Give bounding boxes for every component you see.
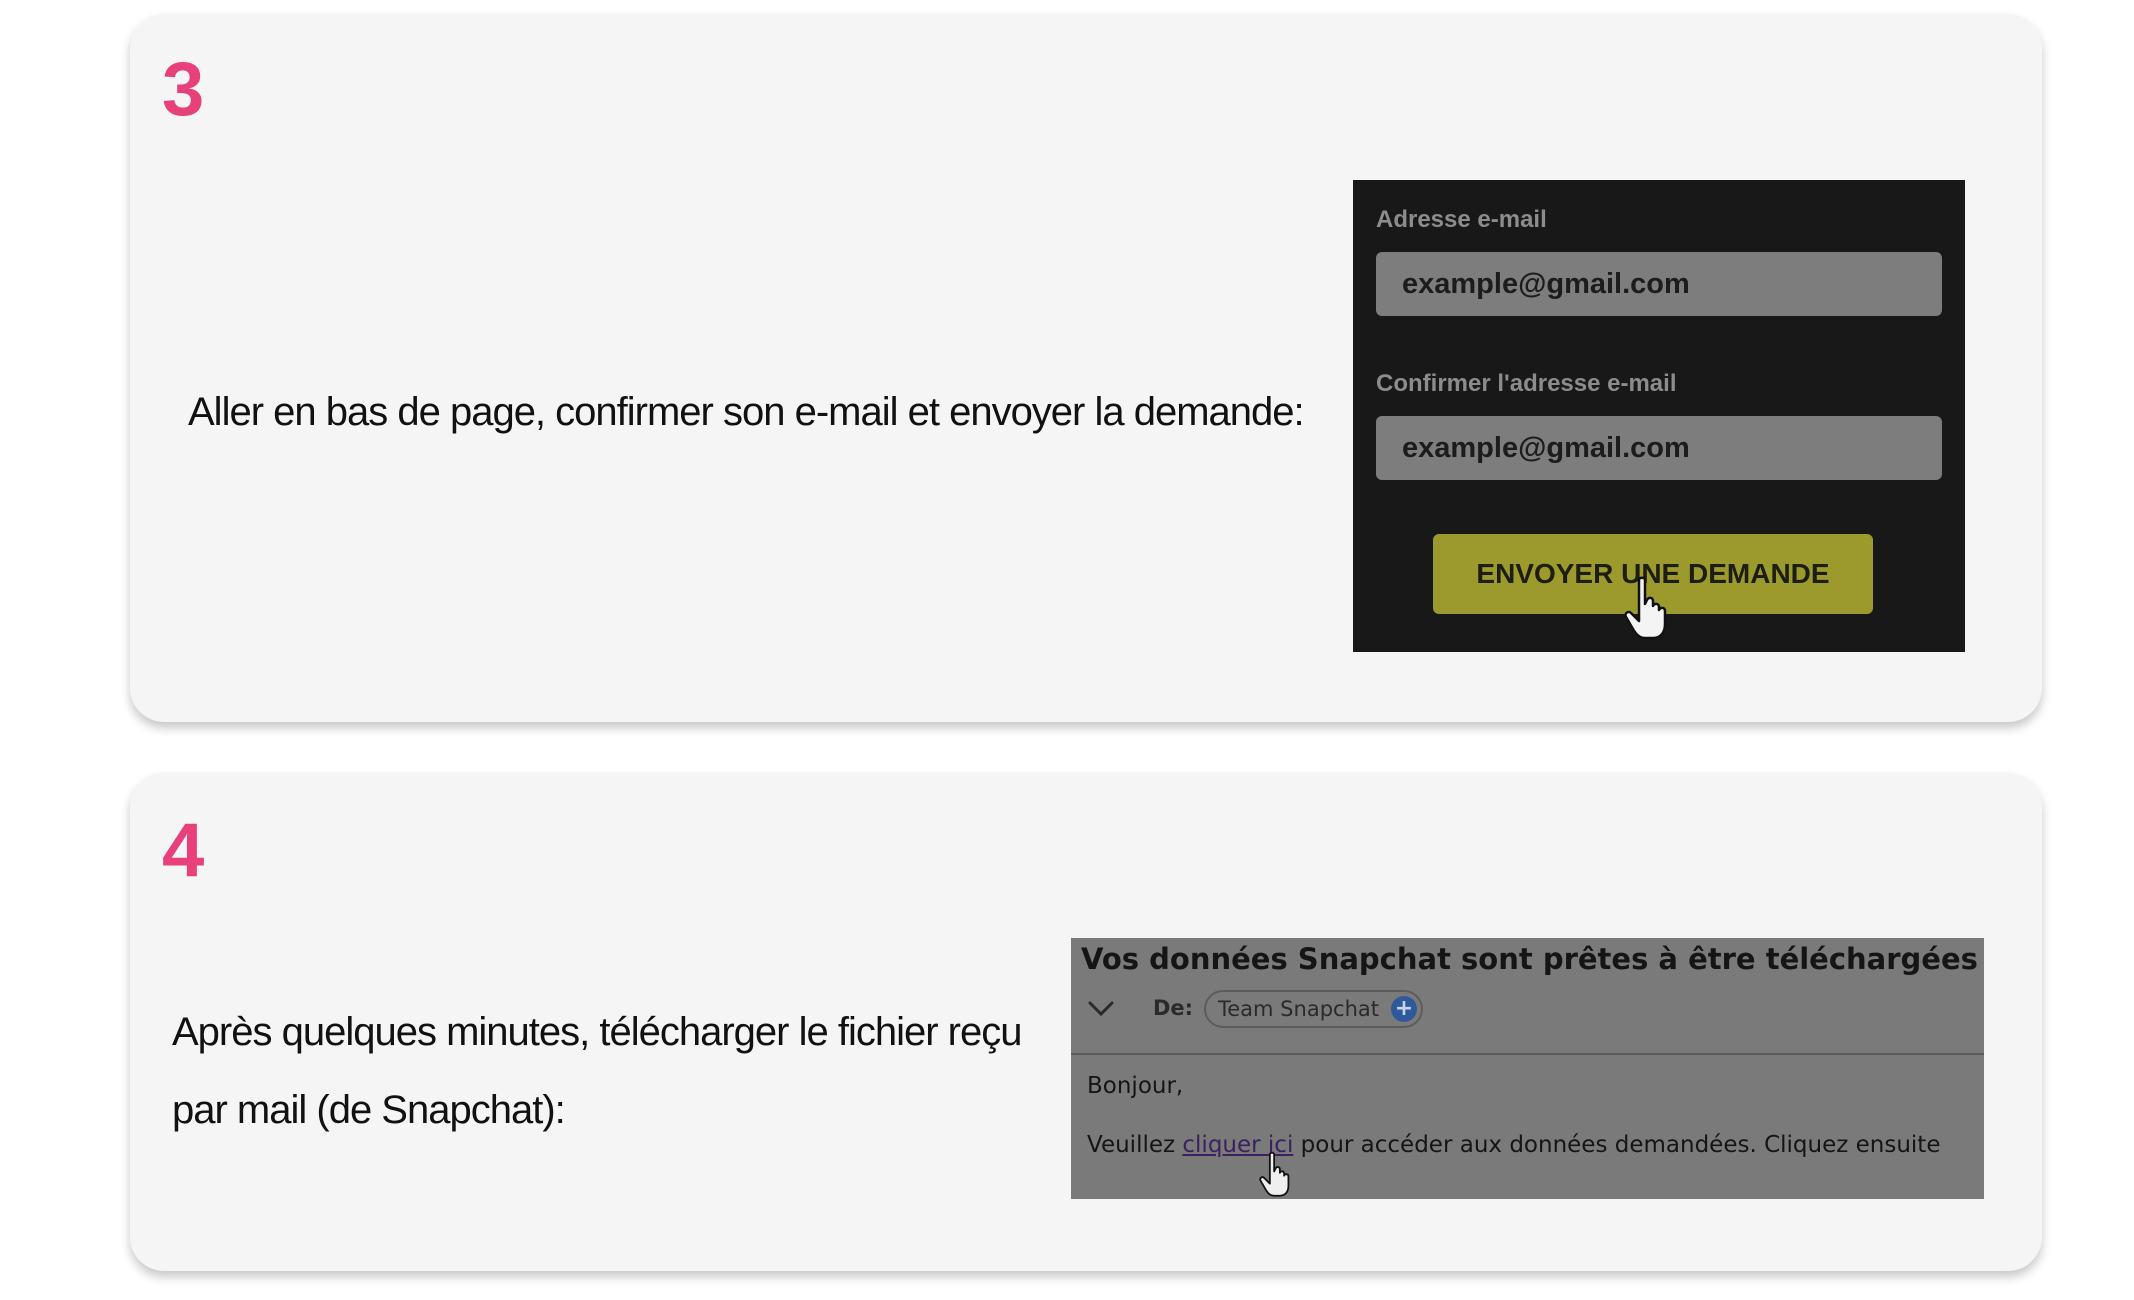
email-greeting: Bonjour, bbox=[1087, 1073, 1184, 1099]
confirm-email-field[interactable]: example@gmail.com bbox=[1376, 416, 1942, 480]
step-card-4: 4 Après quelques minutes, télécharger le… bbox=[130, 773, 2042, 1271]
email-body-line: Veuillez cliquer ici pour accéder aux do… bbox=[1087, 1132, 1940, 1158]
confirm-email-label: Confirmer l'adresse e-mail bbox=[1376, 370, 1677, 397]
step-number: 3 bbox=[162, 47, 205, 132]
step-instruction: Aller en bas de page, confirmer son e-ma… bbox=[188, 390, 1305, 434]
email-label: Adresse e-mail bbox=[1376, 206, 1547, 233]
divider bbox=[1071, 1053, 1984, 1055]
body-prefix: Veuillez bbox=[1087, 1132, 1176, 1158]
step-card-3: 3 Aller en bas de page, confirmer son e-… bbox=[130, 14, 2042, 722]
email-preview-screenshot: Vos données Snapchat sont prêtes à être … bbox=[1071, 938, 1984, 1199]
email-form-screenshot: Adresse e-mail example@gmail.com Confirm… bbox=[1353, 180, 1965, 652]
from-label: De: bbox=[1153, 996, 1194, 1020]
body-suffix: pour accéder aux données demandées. Cliq… bbox=[1300, 1132, 1941, 1158]
sender-chip[interactable]: Team Snapchat + bbox=[1204, 990, 1423, 1028]
email-field[interactable]: example@gmail.com bbox=[1376, 252, 1942, 316]
email-subject: Vos données Snapchat sont prêtes à être … bbox=[1081, 942, 1978, 976]
plus-circle-icon[interactable]: + bbox=[1390, 996, 1417, 1022]
step-number: 4 bbox=[162, 808, 205, 893]
chevron-down-icon[interactable] bbox=[1087, 1000, 1115, 1018]
hand-pointer-icon bbox=[1624, 576, 1667, 640]
step-instruction: Après quelques minutes, télécharger le f… bbox=[172, 1010, 1022, 1132]
sender-name: Team Snapchat bbox=[1218, 997, 1379, 1021]
hand-pointer-icon bbox=[1259, 1151, 1290, 1197]
